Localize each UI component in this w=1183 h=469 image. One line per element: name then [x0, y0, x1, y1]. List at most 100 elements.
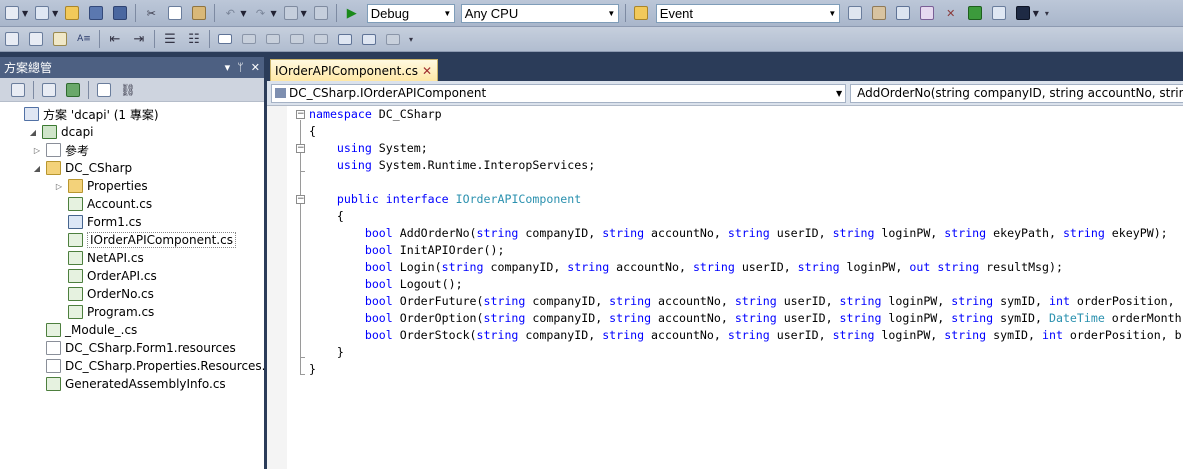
code-text[interactable]: namespace DC_CSharp{ using System; using… — [309, 106, 1182, 378]
save-icon[interactable] — [86, 3, 106, 23]
next-bookmark-icon[interactable] — [263, 29, 283, 49]
collapse-usings-icon[interactable]: − — [296, 144, 305, 153]
close-tab-icon[interactable]: ✕ — [422, 64, 432, 78]
tree-item[interactable]: OrderNo.cs — [54, 285, 154, 303]
tree-item[interactable]: ◢ dcapi — [28, 123, 94, 141]
view-class-diagram-icon[interactable]: ⛓ — [118, 80, 138, 100]
display-quick-info-icon[interactable] — [50, 29, 70, 49]
code-line[interactable]: } — [309, 344, 1182, 361]
tree-item[interactable]: ▷ 參考 — [32, 141, 89, 159]
increase-indent-icon[interactable]: ⇥ — [129, 29, 149, 49]
dropdown-arrow-icon[interactable]: ▼ — [270, 9, 276, 18]
code-line[interactable]: { — [309, 208, 1182, 225]
code-line[interactable]: } — [309, 361, 1182, 378]
display-object-member-list-icon[interactable] — [2, 29, 22, 49]
code-line[interactable] — [309, 174, 1182, 191]
tab-iorderapicomponent[interactable]: IOrderAPIComponent.cs ✕ — [270, 59, 438, 81]
command-window-icon[interactable] — [1013, 3, 1033, 23]
code-line[interactable]: bool AddOrderNo(string companyID, string… — [309, 225, 1182, 242]
collapse-namespace-icon[interactable]: − — [296, 110, 305, 119]
window-position-icon[interactable]: ▾ — [225, 61, 231, 74]
tree-item[interactable]: IOrderAPIComponent.cs — [54, 231, 236, 249]
class-view-icon[interactable] — [989, 3, 1009, 23]
code-line[interactable]: using System; — [309, 140, 1182, 157]
solution-platform-combo[interactable]: Any CPU ▼ — [460, 3, 619, 23]
solution-explorer-icon[interactable] — [869, 3, 889, 23]
tree-item[interactable]: OrderAPI.cs — [54, 267, 157, 285]
tree-item[interactable]: Account.cs — [54, 195, 152, 213]
tree-item[interactable]: Program.cs — [54, 303, 154, 321]
start-page-icon[interactable] — [965, 3, 985, 23]
properties-window-icon[interactable] — [893, 3, 913, 23]
open-file-icon[interactable] — [62, 3, 82, 23]
tree-item[interactable]: ◢ DC_CSharp — [32, 159, 132, 177]
tree-item[interactable]: 方案 'dcapi' (1 專案) — [10, 105, 159, 123]
object-browser-icon[interactable] — [917, 3, 937, 23]
toolbar-options-icon[interactable]: ▾ — [1043, 3, 1051, 23]
clear-bookmarks-icon[interactable] — [383, 29, 403, 49]
new-project-icon[interactable] — [2, 3, 22, 23]
tree-item[interactable]: DC_CSharp.Form1.resources — [32, 339, 236, 357]
types-combo[interactable]: DC_CSharp.IOrderAPIComponent ▼ — [271, 83, 847, 103]
expand-node-icon[interactable]: ▷ — [32, 146, 42, 155]
code-line[interactable]: bool InitAPIOrder(); — [309, 242, 1182, 259]
dropdown-arrow-icon[interactable]: ▼ — [52, 9, 58, 18]
tree-item[interactable]: Form1.cs — [54, 213, 142, 231]
display-parameter-info-icon[interactable] — [26, 29, 46, 49]
display-word-completion-icon[interactable]: A≡ — [74, 29, 94, 49]
decrease-indent-icon[interactable]: ⇤ — [105, 29, 125, 49]
chevron-down-icon[interactable]: ▼ — [605, 5, 618, 22]
uncomment-lines-icon[interactable]: ☷ — [184, 29, 204, 49]
tree-item[interactable]: _Module_.cs — [32, 321, 137, 339]
tree-item[interactable]: NetAPI.cs — [54, 249, 144, 267]
expand-node-icon[interactable]: ▷ — [54, 182, 64, 191]
next-bookmark-in-folder-icon[interactable] — [311, 29, 331, 49]
view-code-icon[interactable] — [94, 80, 114, 100]
undo-icon[interactable]: ↶ — [220, 3, 240, 23]
collapse-node-icon[interactable]: ◢ — [28, 128, 38, 137]
code-line[interactable]: { — [309, 123, 1182, 140]
code-line[interactable]: using System.Runtime.InteropServices; — [309, 157, 1182, 174]
paste-icon[interactable] — [189, 3, 209, 23]
toggle-bookmark-icon[interactable] — [215, 29, 235, 49]
next-bookmark-in-document-icon[interactable] — [359, 29, 379, 49]
dropdown-arrow-icon[interactable]: ▼ — [240, 9, 246, 18]
navigate-forward-icon[interactable] — [311, 3, 331, 23]
chevron-down-icon[interactable]: ▼ — [826, 5, 839, 22]
chevron-down-icon[interactable]: ▼ — [441, 5, 454, 22]
redo-icon[interactable]: ↷ — [250, 3, 270, 23]
code-line[interactable]: bool OrderFuture(string companyID, strin… — [309, 293, 1182, 310]
solution-configuration-combo[interactable]: Debug ▼ — [366, 3, 455, 23]
find-icon[interactable] — [845, 3, 865, 23]
find-combo[interactable]: Event ▼ — [655, 3, 840, 23]
code-line[interactable]: bool OrderOption(string companyID, strin… — [309, 310, 1182, 327]
collapse-node-icon[interactable]: ◢ — [32, 164, 42, 173]
code-editor[interactable]: − − − namespace DC_CSharp{ using System;… — [267, 106, 1183, 469]
auto-hide-pin-icon[interactable]: ᛘ — [237, 61, 244, 74]
code-line[interactable]: public interface IOrderAPIComponent — [309, 191, 1182, 208]
toolbox-icon[interactable]: ✕ — [941, 3, 961, 23]
chevron-down-icon[interactable]: ▼ — [833, 89, 845, 98]
dropdown-arrow-icon[interactable]: ▼ — [1033, 9, 1039, 18]
code-line[interactable]: bool OrderStock(string companyID, string… — [309, 327, 1182, 344]
code-line[interactable]: bool Login(string companyID, string acco… — [309, 259, 1182, 276]
members-combo[interactable]: AddOrderNo(string companyID, string acco… — [850, 83, 1183, 103]
add-item-icon[interactable] — [32, 3, 52, 23]
refresh-icon[interactable] — [63, 80, 83, 100]
navigate-backward-icon[interactable] — [281, 3, 301, 23]
comment-lines-icon[interactable]: ☰ — [160, 29, 180, 49]
previous-bookmark-icon[interactable] — [239, 29, 259, 49]
tree-item[interactable]: DC_CSharp.Properties.Resources.resources — [32, 357, 264, 375]
indicator-margin[interactable] — [267, 106, 287, 469]
save-all-icon[interactable] — [110, 3, 130, 23]
close-icon[interactable]: ✕ — [251, 61, 260, 74]
find-in-files-icon[interactable] — [631, 3, 651, 23]
collapse-interface-icon[interactable]: − — [296, 195, 305, 204]
previous-bookmark-in-folder-icon[interactable] — [287, 29, 307, 49]
tree-item[interactable]: ▷ Properties — [54, 177, 148, 195]
cut-icon[interactable]: ✂ — [141, 3, 161, 23]
start-debugging-icon[interactable]: ▶ — [342, 3, 362, 23]
code-line[interactable]: bool Logout(); — [309, 276, 1182, 293]
previous-bookmark-in-document-icon[interactable] — [335, 29, 355, 49]
copy-icon[interactable] — [165, 3, 185, 23]
